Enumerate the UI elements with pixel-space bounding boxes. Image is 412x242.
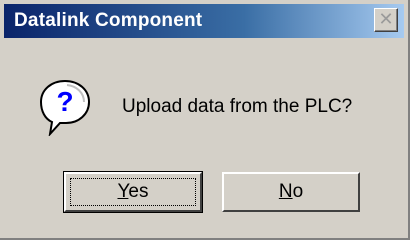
yes-button[interactable]: Yes [63,171,203,213]
close-button[interactable]: ✕ [374,8,398,32]
no-button[interactable]: No [222,172,360,212]
close-icon: ✕ [378,9,394,30]
svg-text:?: ? [56,86,73,117]
question-icon: ? [39,79,91,136]
no-button-label: No [278,181,304,202]
focus-ring [70,178,196,206]
dialog-message: Upload data from the PLC? [122,96,353,117]
confirm-dialog: Datalink Component ✕ ? Upload data from … [0,0,410,240]
title-bar[interactable]: Datalink Component ✕ [4,4,404,38]
window-title: Datalink Component [14,10,203,31]
